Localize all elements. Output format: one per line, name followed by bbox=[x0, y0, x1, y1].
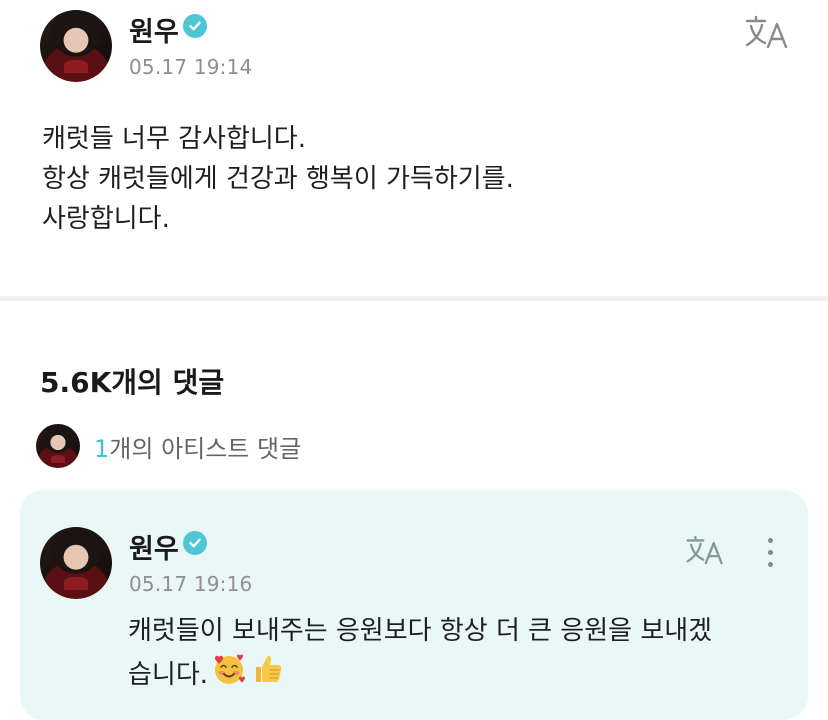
verified-badge-icon bbox=[183, 14, 207, 38]
comment-author-name[interactable]: 원우 bbox=[129, 527, 179, 566]
artist-comments-number: 1 bbox=[94, 434, 110, 463]
post-line-3: 사랑합니다. bbox=[42, 204, 170, 234]
comment-line-2: 습니다. bbox=[128, 652, 712, 699]
post-date: 05.17 19:14 bbox=[129, 55, 253, 79]
translate-icon[interactable] bbox=[744, 14, 790, 50]
artist-avatar bbox=[36, 424, 80, 468]
post-line-1: 캐럿들 너무 감사합니다. bbox=[42, 124, 306, 154]
comment-date: 05.17 19:16 bbox=[129, 572, 253, 596]
artist-comments-label: 개의 아티스트 댓글 bbox=[109, 434, 302, 463]
translate-icon[interactable] bbox=[685, 534, 725, 566]
post-body: 캐럿들 너무 감사합니다. 항상 캐럿들에게 건강과 행복이 가득하기를. 사랑… bbox=[42, 119, 514, 239]
thumbs-up-emoji bbox=[250, 652, 284, 699]
smiling-face-with-hearts-emoji bbox=[212, 652, 246, 699]
post-line-2: 항상 캐럿들에게 건강과 행복이 가득하기를. bbox=[42, 164, 514, 194]
artist-comments-filter[interactable]: 1개의 아티스트 댓글 bbox=[36, 424, 301, 468]
comment-line-1: 캐럿들이 보내주는 응원보다 항상 더 큰 응원을 보내겠 bbox=[128, 616, 713, 646]
post-author-name[interactable]: 원우 bbox=[129, 10, 179, 49]
comment-line-2-text: 습니다. bbox=[128, 660, 209, 690]
comments-count-title: 5.6K개의 댓글 bbox=[40, 366, 225, 399]
verified-badge-icon bbox=[183, 531, 207, 555]
comment-author-avatar[interactable] bbox=[40, 527, 112, 599]
post-author-avatar[interactable] bbox=[40, 10, 112, 82]
comment-text: 캐럿들이 보내주는 응원보다 항상 더 큰 응원을 보내겠 습니다. bbox=[128, 610, 712, 699]
more-options-icon[interactable] bbox=[768, 538, 773, 567]
artist-comments-count: 1개의 아티스트 댓글 bbox=[94, 429, 301, 464]
section-divider bbox=[0, 296, 828, 301]
